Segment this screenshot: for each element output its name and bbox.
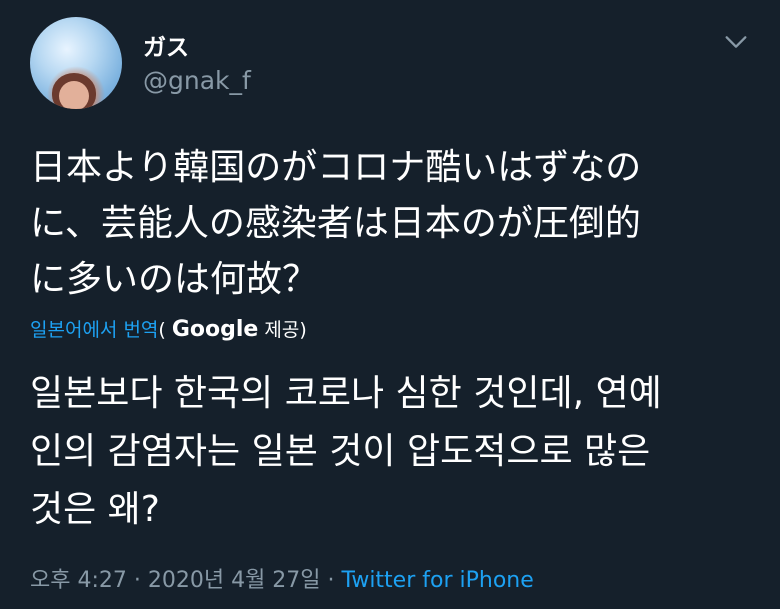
timestamp[interactable]: 오후 4:27 · 2020년 4월 27일 ·: [30, 568, 342, 593]
user-handle[interactable]: @gnak_f: [143, 66, 251, 95]
tweet-text: 日本より韓国のがコロナ酷いはずなの に、芸能人の感染者は日本のが圧倒的 に多いの…: [30, 147, 642, 300]
translate-link[interactable]: 일본어에서 번역: [30, 319, 158, 341]
translation-attribution: 일본어에서 번역( Google 제공): [30, 315, 307, 342]
avatar-face: [59, 81, 89, 109]
chevron-down-icon[interactable]: [722, 28, 750, 56]
display-name[interactable]: ガス: [143, 28, 189, 62]
google-logo: Google: [171, 317, 259, 342]
avatar[interactable]: [30, 17, 122, 109]
provided-label: 제공): [258, 319, 307, 341]
tweet-meta: 오후 4:27 · 2020년 4월 27일 · Twitter for iPh…: [30, 562, 534, 594]
open-paren: (: [158, 319, 172, 341]
source-link[interactable]: Twitter for iPhone: [342, 568, 534, 593]
translated-text: 일본보다 한국의 코로나 심한 것인데, 연예 인의 감염자는 일본 것이 압도…: [30, 373, 662, 530]
tweet-card: ガス @gnak_f 日本より韓国のがコロナ酷いはずなの に、芸能人の感染者は日…: [0, 0, 780, 609]
